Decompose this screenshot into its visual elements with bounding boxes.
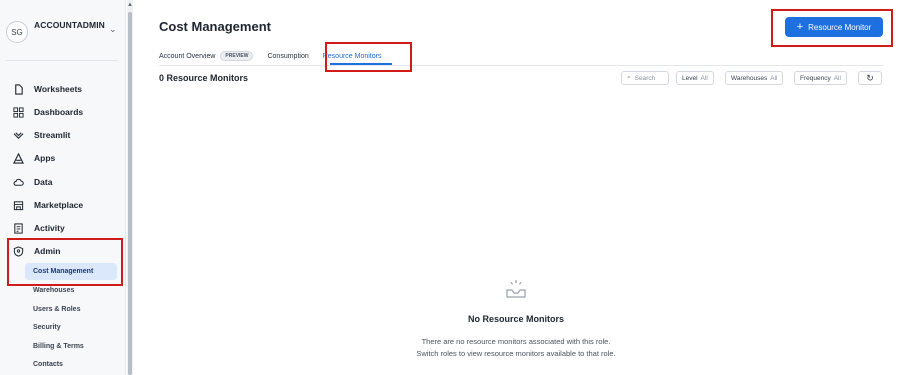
nav-item-activity[interactable]: Activity <box>12 220 65 236</box>
preview-badge: PREVIEW <box>220 51 254 61</box>
filter-label: Level <box>682 74 698 82</box>
tab-label: Consumption <box>267 52 309 60</box>
divider <box>6 60 118 61</box>
empty-inbox-icon <box>504 278 528 302</box>
search-icon: ⌕ <box>627 74 631 81</box>
warehouses-filter[interactable]: Warehouses All <box>725 71 784 85</box>
account-role: ACCOUNTADMIN <box>34 20 105 30</box>
level-filter[interactable]: Level All <box>676 71 714 85</box>
nav-item-apps[interactable]: Apps <box>12 150 55 166</box>
sidebar: SG ACCOUNTADMIN ⌄ Worksheets Dashboards … <box>0 0 126 375</box>
frequency-filter[interactable]: Frequency All <box>794 71 847 85</box>
nav-item-dashboards[interactable]: Dashboards <box>12 104 83 120</box>
sidebar-item-billing-terms[interactable]: Billing & Terms <box>25 338 117 355</box>
empty-state-title: No Resource Monitors <box>467 314 564 324</box>
filter-label: Frequency <box>800 74 831 82</box>
nav-item-label: Marketplace <box>34 200 84 210</box>
filter-value: All <box>833 74 841 82</box>
scroll-up-icon[interactable]: ▲ <box>127 2 133 8</box>
search-input[interactable]: ⌕ Search <box>621 71 669 85</box>
search-placeholder: Search <box>634 74 656 82</box>
tab-label: Account Overview <box>159 52 216 60</box>
filter-label: Warehouses <box>731 74 768 82</box>
chevron-down-icon: ⌄ <box>108 24 117 34</box>
refresh-icon: ↻ <box>866 72 874 83</box>
nav-item-label: Activity <box>34 223 65 233</box>
sidebar-item-users-roles[interactable]: Users & Roles <box>25 301 117 318</box>
empty-state-description: There are no resource monitors associate… <box>416 337 616 358</box>
refresh-button[interactable]: ↻ <box>858 71 882 85</box>
nav-item-label: Data <box>34 177 53 187</box>
nav-item-worksheets[interactable]: Worksheets <box>12 81 82 97</box>
sidebar-item-contacts[interactable]: Contacts <box>25 356 117 373</box>
account-switcher[interactable]: SG ACCOUNTADMIN ⌄ <box>6 16 120 46</box>
tab-account-overview[interactable]: Account Overview PREVIEW <box>159 49 254 63</box>
sidebar-item-security[interactable]: Security <box>25 319 117 336</box>
annotation-box-resource-monitors-tab <box>325 42 412 72</box>
filter-value: All <box>700 74 708 82</box>
nav-item-streamlit[interactable]: Streamlit <box>12 127 70 143</box>
tab-consumption[interactable]: Consumption <box>267 49 308 63</box>
apps-icon <box>12 152 24 164</box>
nav-item-label: Apps <box>34 153 56 163</box>
nav-item-label: Dashboards <box>34 107 84 117</box>
cloud-icon <box>12 176 24 188</box>
streamlit-icon <box>12 129 24 141</box>
filter-value: All <box>770 74 778 82</box>
nav-item-marketplace[interactable]: Marketplace <box>12 197 83 213</box>
store-icon <box>12 199 24 211</box>
sidebar-scrollbar-thumb[interactable] <box>128 12 132 375</box>
page-title: Cost Management <box>159 19 271 34</box>
nav-item-label: Worksheets <box>34 84 83 94</box>
annotation-box-admin <box>7 238 123 286</box>
nav-item-data[interactable]: Data <box>12 174 52 190</box>
nav-item-label: Streamlit <box>34 130 71 140</box>
activity-icon <box>12 222 24 234</box>
annotation-box-resource-monitor-button <box>771 9 893 47</box>
divider <box>159 65 883 66</box>
avatar: SG <box>6 21 28 43</box>
grid-icon <box>12 106 24 118</box>
result-count: 0 Resource Monitors <box>159 73 249 83</box>
file-icon <box>12 83 24 95</box>
